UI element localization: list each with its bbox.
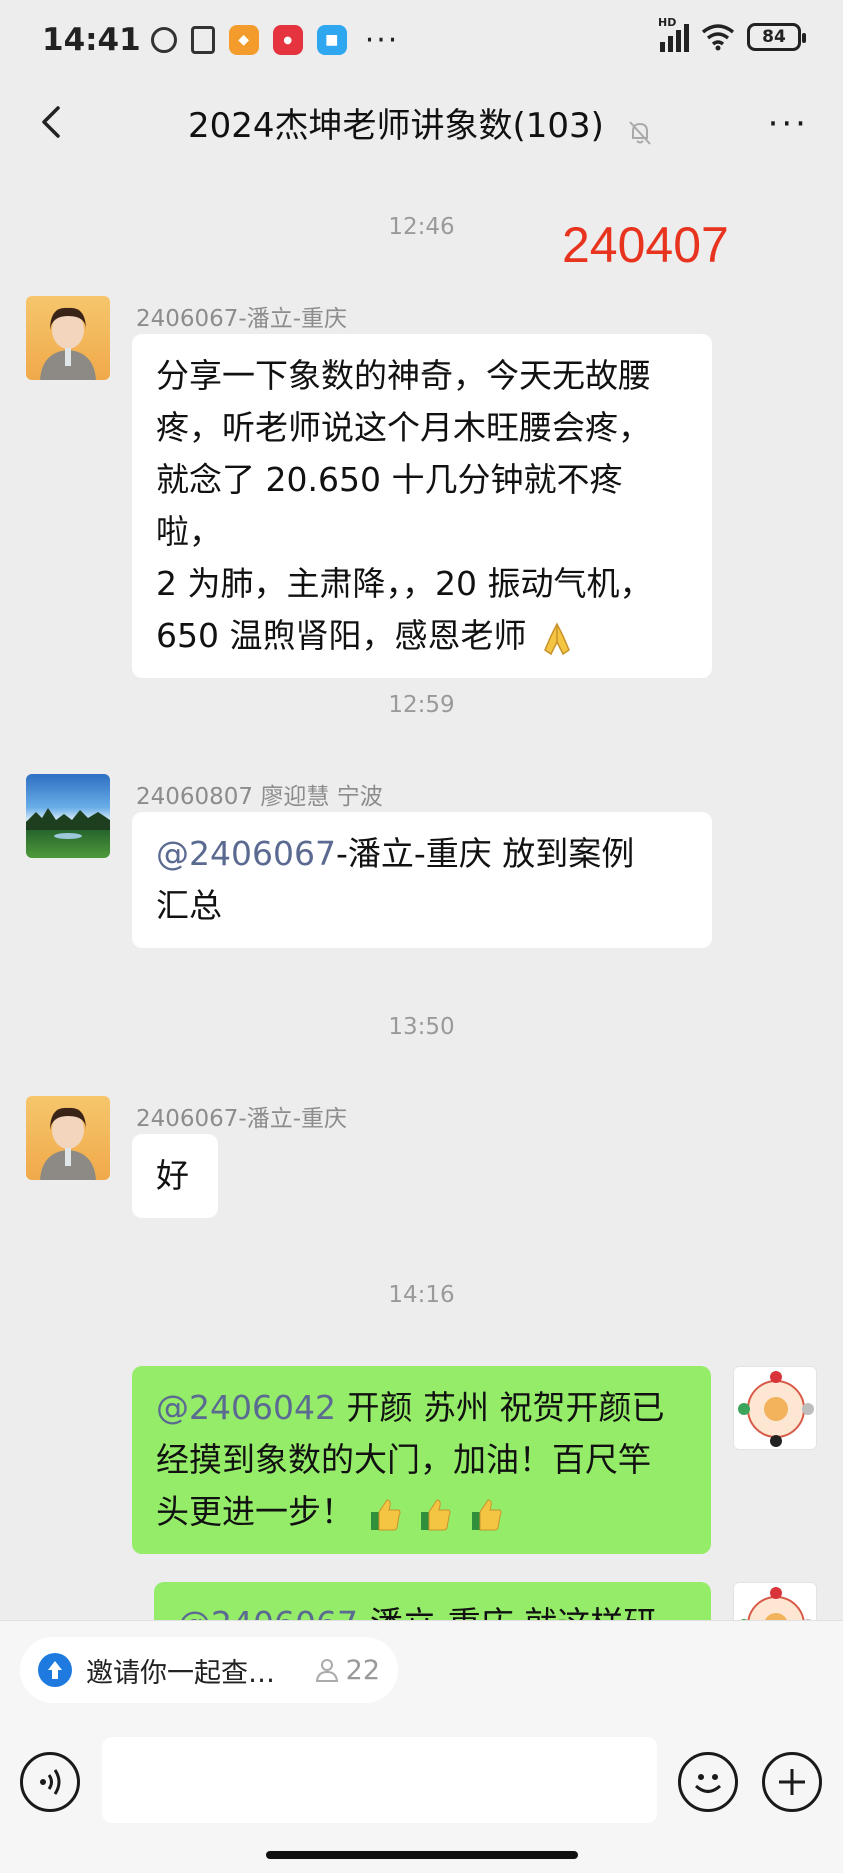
wifi-icon	[701, 24, 735, 51]
nfc-icon	[190, 26, 215, 54]
home-indicator[interactable]	[266, 1851, 578, 1859]
landscape-avatar-icon	[26, 808, 110, 839]
app-icon: ■	[316, 25, 347, 55]
alarm-icon	[150, 27, 177, 53]
person-icon	[315, 1659, 338, 1682]
praying-hands-icon	[544, 621, 570, 655]
date-annotation: 240407	[562, 217, 729, 273]
message-bubble[interactable]: 分享一下象数的神奇，今天无故腰 疼，听老师说这个月木旺腰会疼， 就念了 20.6…	[132, 334, 712, 678]
avatar[interactable]	[26, 774, 110, 858]
message-line: @2406067-潘立-重庆 就这样研	[178, 1598, 687, 1620]
message-line: @2406042 开颜 苏州 祝贺开颜已	[156, 1388, 665, 1427]
thumbs-up-icon	[471, 1498, 501, 1530]
thumbs-up-icon	[370, 1498, 400, 1530]
message-line: 经摸到象数的大门，加油！百尺竿	[156, 1440, 651, 1479]
arrow-up-circle-icon	[38, 1653, 72, 1687]
message-bubble-self[interactable]: @2406067-潘立-重庆 就这样研	[154, 1582, 711, 1620]
chat-header: 2024杰坤老师讲象数(103) ···	[0, 80, 843, 166]
message-line: 头更进一步！	[156, 1486, 687, 1538]
sender-name: 24060807 廖迎慧 宁波	[136, 784, 383, 810]
app-icon: ◆	[228, 25, 259, 55]
woman-avatar-icon	[40, 307, 96, 380]
plus-icon	[779, 1769, 805, 1795]
status-time: 14:41	[42, 22, 141, 58]
sender-name: 2406067-潘立-重庆	[136, 306, 348, 332]
mention-link[interactable]: @2406042	[156, 1388, 336, 1427]
timestamp: 14:16	[388, 1282, 455, 1308]
message-line: 分享一下象数的神奇，今天无故腰	[156, 356, 651, 395]
message-bubble[interactable]: @2406067-潘立-重庆 放到案例 汇总	[132, 812, 712, 948]
voice-icon	[40, 1769, 61, 1795]
message-bubble-self[interactable]: @2406042 开颜 苏州 祝贺开颜已 经摸到象数的大门，加油！百尺竿 头更进…	[132, 1366, 711, 1554]
message-bubble[interactable]: 好	[132, 1134, 218, 1218]
status-bar: 14:41 ◆ ● ■ ··· HD 84	[0, 0, 843, 80]
back-icon[interactable]	[32, 102, 72, 142]
voice-button[interactable]	[20, 1752, 80, 1812]
chat-title: 2024杰坤老师讲象数(103)	[187, 106, 604, 147]
woman-avatar-icon	[40, 1107, 96, 1180]
avatar[interactable]	[26, 1096, 110, 1180]
message-line: 汇总	[156, 886, 222, 925]
timestamp: 13:50	[388, 1014, 455, 1040]
invite-chip[interactable]: 邀请你一起查… 22	[20, 1637, 398, 1703]
app-icon: ●	[272, 25, 303, 55]
message-line: 就念了 20.650 十几分钟就不疼啦，	[156, 460, 623, 551]
thumbs-up-icon	[421, 1498, 451, 1530]
timestamp: 12:59	[388, 692, 455, 718]
more-menu-icon[interactable]: ···	[768, 104, 809, 144]
message-line: 650 温煦肾阳，感恩老师	[156, 610, 688, 662]
avatar-self[interactable]	[733, 1366, 817, 1450]
chat-area[interactable]: 12:46 240407 2406067-潘立-重庆 分享一下象数的神奇，今天无…	[0, 166, 843, 1620]
bell-off-icon	[629, 121, 651, 145]
emoji-button[interactable]	[678, 1752, 738, 1812]
mention-link[interactable]: @2406067	[178, 1604, 358, 1620]
smile-icon	[694, 1774, 722, 1793]
message-input[interactable]	[102, 1737, 657, 1823]
message-line: 好	[156, 1156, 189, 1195]
battery-icon: 84	[747, 23, 806, 51]
mention-link[interactable]: @2406067	[156, 834, 336, 873]
message-line: 疼，听老师说这个月木旺腰会疼，	[156, 408, 651, 447]
battery-level: 84	[762, 27, 786, 47]
sender-name: 2406067-潘立-重庆	[136, 1106, 348, 1132]
member-count: 22	[314, 1655, 380, 1686]
more-actions-button[interactable]	[762, 1752, 822, 1812]
diagram-avatar-icon	[738, 1371, 814, 1447]
signal-icon: HD	[658, 16, 689, 52]
more-icon: ···	[364, 22, 400, 58]
invite-text: 邀请你一起查…	[86, 1657, 275, 1689]
message-line: 2 为肺，主肃降，，20 振动气机，	[156, 564, 653, 603]
avatar[interactable]	[26, 296, 110, 380]
message-line: @2406067-潘立-重庆 放到案例	[156, 834, 635, 873]
diagram-avatar-icon	[740, 1587, 812, 1620]
avatar-self[interactable]	[733, 1582, 817, 1620]
